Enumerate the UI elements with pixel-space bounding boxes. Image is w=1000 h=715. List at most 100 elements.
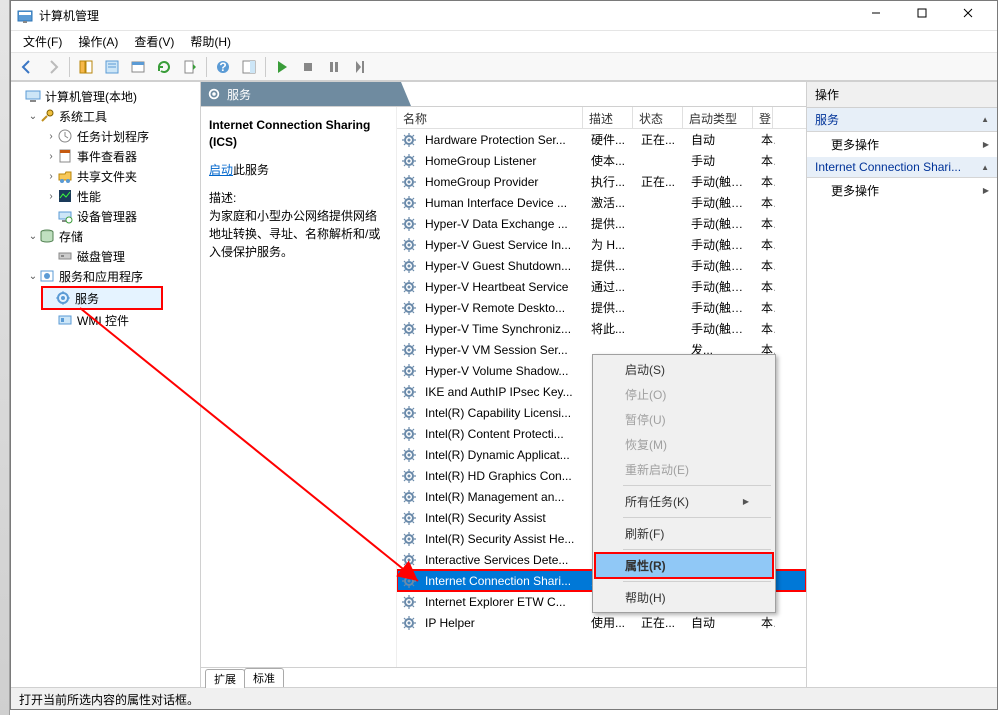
- service-row[interactable]: Hyper-V Guest Service In...为 H...手动(触发..…: [397, 234, 806, 255]
- actions-more-2[interactable]: 更多操作▶: [807, 178, 997, 203]
- svc-name: Hyper-V VM Session Ser...: [419, 343, 585, 357]
- svc-startup: 手动(触发...: [685, 299, 755, 316]
- col-name[interactable]: 名称: [397, 107, 583, 128]
- show-hide-button[interactable]: [74, 55, 98, 79]
- service-row[interactable]: Hyper-V Time Synchroniz...将此...手动(触发...本: [397, 318, 806, 339]
- tree-task[interactable]: 任务计划程序: [77, 128, 149, 145]
- tree-storage[interactable]: 存储: [59, 228, 83, 245]
- service-row[interactable]: HomeGroup Provider执行...正在...手动(触发...本: [397, 171, 806, 192]
- gear-icon: [401, 510, 417, 526]
- titlebar: 计算机管理: [11, 1, 997, 31]
- maximize-button[interactable]: [899, 0, 945, 28]
- svc-logon: 本: [755, 236, 775, 253]
- menu-help[interactable]: 帮助(H): [184, 31, 237, 52]
- tab-standard[interactable]: 标准: [244, 668, 284, 687]
- tree-devmgr[interactable]: 设备管理器: [77, 208, 137, 225]
- svc-desc: 为 H...: [585, 236, 635, 253]
- forward-button[interactable]: [41, 55, 65, 79]
- gear-icon: [401, 384, 417, 400]
- svc-name: Hyper-V Guest Service In...: [419, 238, 585, 252]
- svc-name: Intel(R) Security Assist He...: [419, 532, 585, 546]
- svc-desc: 提供...: [585, 257, 635, 274]
- menu-file[interactable]: 文件(F): [17, 31, 68, 52]
- svc-name: Hyper-V Volume Shadow...: [419, 364, 585, 378]
- svc-name: Intel(R) Management an...: [419, 490, 585, 504]
- close-button[interactable]: [945, 0, 991, 28]
- service-row[interactable]: Hyper-V Data Exchange ...提供...手动(触发...本: [397, 213, 806, 234]
- ctx-properties[interactable]: 属性(R): [595, 553, 773, 578]
- actions-section-selected[interactable]: Internet Connection Shari...▲: [807, 157, 997, 178]
- tree-disk[interactable]: 磁盘管理: [77, 248, 125, 265]
- ctx-start[interactable]: 启动(S): [595, 357, 773, 382]
- desc-text: 为家庭和小型办公网络提供网络地址转换、寻址、名称解析和/或入侵保护服务。: [209, 209, 380, 259]
- tree-perf[interactable]: 性能: [77, 188, 101, 205]
- tree-services[interactable]: 服务: [75, 290, 99, 307]
- service-row[interactable]: Hyper-V Remote Deskto...提供...手动(触发...本: [397, 297, 806, 318]
- svc-startup: 自动: [685, 614, 755, 631]
- actions-more-1[interactable]: 更多操作▶: [807, 132, 997, 157]
- svc-name: Intel(R) Dynamic Applicat...: [419, 448, 585, 462]
- tree-systools[interactable]: 系统工具: [59, 108, 107, 125]
- gear-icon: [401, 426, 417, 442]
- svc-logon: 本: [755, 131, 775, 148]
- service-row[interactable]: Human Interface Device ...激活...手动(触发...本: [397, 192, 806, 213]
- ctx-pause: 暂停(U): [595, 407, 773, 432]
- gear-icon: [401, 363, 417, 379]
- svc-desc: 硬件...: [585, 131, 635, 148]
- svc-desc: 使本...: [585, 152, 635, 169]
- help-button[interactable]: ?: [211, 55, 235, 79]
- start-service-button[interactable]: [270, 55, 294, 79]
- svc-startup: 自动: [685, 131, 755, 148]
- properties-button[interactable]: [100, 55, 124, 79]
- task-icon: [57, 128, 73, 144]
- back-button[interactable]: [15, 55, 39, 79]
- col-logon[interactable]: 登: [753, 107, 773, 128]
- svc-startup: 手动: [685, 152, 755, 169]
- start-service-link[interactable]: 启动: [209, 163, 233, 177]
- svc-name: Intel(R) Content Protecti...: [419, 427, 585, 441]
- ctx-help[interactable]: 帮助(H): [595, 585, 773, 610]
- gear-icon: [401, 174, 417, 190]
- actions-section-services[interactable]: 服务▲: [807, 108, 997, 132]
- service-row[interactable]: IP Helper使用...正在...自动本: [397, 612, 806, 633]
- service-row[interactable]: Hardware Protection Ser...硬件...正在...自动本: [397, 129, 806, 150]
- stop-service-button[interactable]: [296, 55, 320, 79]
- svcapps-icon: [39, 268, 55, 284]
- col-startup[interactable]: 启动类型: [683, 107, 753, 128]
- ctx-refresh[interactable]: 刷新(F): [595, 521, 773, 546]
- menu-view[interactable]: 查看(V): [128, 31, 180, 52]
- svc-desc: 将此...: [585, 320, 635, 337]
- tree-svcapps[interactable]: 服务和应用程序: [59, 268, 143, 285]
- gear-icon: [401, 594, 417, 610]
- minimize-button[interactable]: [853, 0, 899, 28]
- col-status[interactable]: 状态: [633, 107, 683, 128]
- gear-icon: [401, 552, 417, 568]
- tree-event[interactable]: 事件查看器: [77, 148, 137, 165]
- menu-action[interactable]: 操作(A): [72, 31, 124, 52]
- svc-status: 正在...: [635, 131, 685, 148]
- tree-root[interactable]: 计算机管理(本地): [45, 88, 137, 105]
- refresh-button[interactable]: [152, 55, 176, 79]
- tab-extended[interactable]: 扩展: [205, 669, 245, 688]
- selected-service-title: Internet Connection Sharing (ICS): [209, 118, 370, 149]
- nav-tree[interactable]: 计算机管理(本地) ⌄系统工具 ›任务计划程序 ›事件查看器 ›共享文件夹 ›性…: [11, 82, 201, 687]
- gear-icon: [401, 468, 417, 484]
- toolbar: ?: [11, 53, 997, 81]
- svc-desc: 通过...: [585, 278, 635, 295]
- svc-logon: 本: [755, 173, 775, 190]
- restart-service-button[interactable]: [348, 55, 372, 79]
- tree-wmi[interactable]: WMI 控件: [77, 312, 129, 329]
- service-row[interactable]: Hyper-V Guest Shutdown...提供...手动(触发...本: [397, 255, 806, 276]
- service-row[interactable]: Hyper-V Heartbeat Service通过...手动(触发...本: [397, 276, 806, 297]
- ctx-alltasks[interactable]: 所有任务(K)▶: [595, 489, 773, 514]
- svc-desc: 激活...: [585, 194, 635, 211]
- svc-name: Intel(R) Security Assist: [419, 511, 585, 525]
- action-pane-button[interactable]: [237, 55, 261, 79]
- list-header[interactable]: 名称 描述 状态 启动类型 登: [397, 107, 806, 129]
- service-row[interactable]: HomeGroup Listener使本...手动本: [397, 150, 806, 171]
- export-button[interactable]: [126, 55, 150, 79]
- export-list-button[interactable]: [178, 55, 202, 79]
- col-desc[interactable]: 描述: [583, 107, 633, 128]
- tree-shared[interactable]: 共享文件夹: [77, 168, 137, 185]
- pause-service-button[interactable]: [322, 55, 346, 79]
